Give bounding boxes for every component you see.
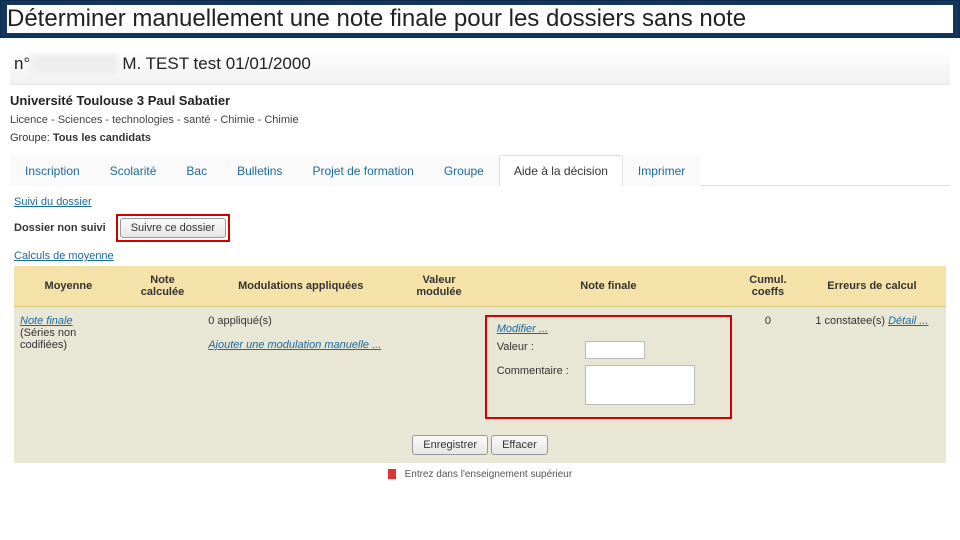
suivi-section-label: Suivi du dossier (14, 196, 946, 208)
cumul-value: 0 (738, 307, 798, 428)
col-erreurs: Erreurs de calcul (798, 266, 946, 307)
applique-count: 0 appliqué(s) (208, 315, 272, 327)
commentaire-input[interactable] (585, 365, 695, 405)
note-finale-sub: (Séries non codifiées) (20, 327, 76, 351)
follow-dossier-button[interactable]: Suivre ce dossier (120, 218, 226, 238)
group-line: Groupe: Tous les candidats (10, 132, 950, 144)
tab-bac[interactable]: Bac (171, 155, 222, 186)
col-note-finale: Note finale (479, 266, 738, 307)
tab-bar: Inscription Scolarité Bac Bulletins Proj… (10, 154, 950, 186)
tab-bulletins[interactable]: Bulletins (222, 155, 297, 186)
candidate-dob: 01/01/2000 (226, 54, 311, 73)
valeur-label: Valeur : (497, 341, 577, 353)
modifier-link[interactable]: Modifier ... (497, 323, 548, 335)
erreurs-count: 1 constatee(s) (815, 315, 885, 327)
erreurs-detail-link[interactable]: Détail ... (888, 315, 928, 327)
col-modulations: Modulations appliquées (202, 266, 399, 307)
valeur-input[interactable] (585, 341, 645, 359)
clear-button[interactable]: Effacer (491, 435, 548, 455)
content-area: n°XXXXXXX M. TEST test 01/01/2000 Univer… (0, 38, 960, 490)
footer: Entrez dans l'enseignement supérieur (14, 463, 946, 486)
group-label: Groupe: (10, 132, 50, 144)
calculs-section-label: Calculs de moyenne (14, 250, 946, 262)
note-finale-highlight: Modifier ... Valeur : Commentaire : (485, 315, 732, 419)
col-valeur-modulee: Valeur modulée (399, 266, 478, 307)
footer-text: Entrez dans l'enseignement supérieur (405, 469, 573, 480)
candidate-header: n°XXXXXXX M. TEST test 01/01/2000 (10, 48, 950, 85)
candidate-prefix: n° (14, 54, 30, 73)
suivi-row: Dossier non suivi Suivre ce dossier (14, 214, 946, 242)
footer-logo-icon (388, 469, 396, 479)
col-moyenne: Moyenne (14, 266, 123, 307)
university-name: Université Toulouse 3 Paul Sabatier (10, 93, 950, 108)
slide-title: Déterminer manuellement une note finale … (7, 5, 953, 33)
table-row: Note finale (Séries non codifiées) 0 app… (14, 307, 946, 428)
tab-scolarite[interactable]: Scolarité (95, 155, 172, 186)
dossier-status: Dossier non suivi (14, 222, 106, 234)
tab-groupe[interactable]: Groupe (429, 155, 499, 186)
tab-projet[interactable]: Projet de formation (297, 155, 428, 186)
save-button[interactable]: Enregistrer (412, 435, 488, 455)
tab-inscription[interactable]: Inscription (10, 155, 95, 186)
follow-highlight: Suivre ce dossier (116, 214, 230, 242)
col-note-calculee: Note calculée (123, 266, 202, 307)
tab-aide-decision[interactable]: Aide à la décision (499, 155, 623, 186)
commentaire-label: Commentaire : (497, 365, 577, 377)
col-cumul: Cumul. coeffs (738, 266, 798, 307)
add-modulation-link[interactable]: Ajouter une modulation manuelle ... (208, 339, 381, 351)
note-finale-link[interactable]: Note finale (20, 315, 73, 327)
group-value: Tous les candidats (53, 132, 151, 144)
moyenne-table: Moyenne Note calculée Modulations appliq… (14, 266, 946, 463)
tab-imprimer[interactable]: Imprimer (623, 155, 700, 186)
candidate-id-hidden: XXXXXXX (30, 54, 117, 73)
aide-decision-panel: Suivi du dossier Dossier non suivi Suivr… (10, 186, 950, 490)
action-row: Enregistrer Effacer (14, 427, 946, 463)
slide-title-bar: Déterminer manuellement une note finale … (0, 0, 960, 38)
candidate-name: M. TEST test (122, 54, 221, 73)
breadcrumb: Licence - Sciences - technologies - sant… (10, 114, 950, 126)
